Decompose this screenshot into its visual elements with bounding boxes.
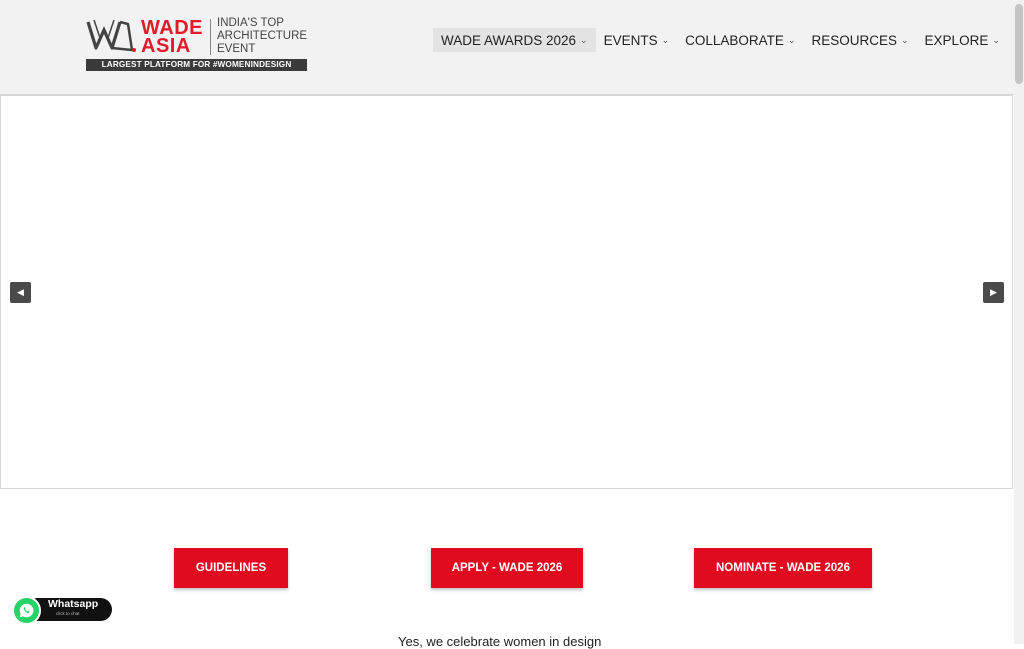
- scrollbar-thumb[interactable]: [1015, 4, 1023, 84]
- logo-tagline-line: EVENT: [217, 43, 256, 55]
- nav-item-explore[interactable]: EXPLORE ⌄: [917, 28, 1008, 52]
- section-tagline: Yes, we celebrate women in design: [398, 634, 602, 649]
- guidelines-button[interactable]: GUIDELINES: [174, 548, 288, 588]
- nominate-wade-2026-button[interactable]: NOMINATE - WADE 2026: [694, 548, 872, 588]
- hero-slider: [0, 95, 1013, 489]
- site-header: WADE ASIA INDIA'S TOP ARCHITECTURE EVENT…: [0, 0, 1014, 95]
- slider-next-button[interactable]: ▶: [983, 282, 1004, 303]
- logo-asia-text: ASIA: [141, 35, 191, 57]
- nav-item-collaborate[interactable]: COLLABORATE ⌄: [677, 28, 803, 52]
- whatsapp-sublabel: click to chat: [56, 611, 80, 616]
- nav-item-events[interactable]: EVENTS ⌄: [596, 28, 678, 52]
- chevron-down-icon: ⌄: [992, 34, 1000, 45]
- chevron-down-icon: ⌄: [661, 34, 670, 45]
- chevron-down-icon: ⌄: [787, 34, 796, 45]
- chevron-down-icon: ⌄: [901, 34, 909, 45]
- main-nav: WADE AWARDS 2026 ⌄ EVENTS ⌄ COLLABORATE …: [433, 28, 1008, 52]
- arrow-right-icon: ▶: [990, 287, 997, 298]
- logo-tagline-line: INDIA'S TOP: [217, 17, 284, 29]
- whatsapp-chat-button[interactable]: Whatsapp click to chat: [12, 596, 112, 625]
- nav-item-label: EXPLORE: [924, 32, 989, 48]
- wade-asia-logo[interactable]: WADE ASIA INDIA'S TOP ARCHITECTURE EVENT…: [86, 16, 308, 72]
- logo-slogan-bar: LARGEST PLATFORM FOR #WOMENINDESIGN: [86, 59, 307, 71]
- arrow-left-icon: ◀: [17, 287, 24, 298]
- nav-item-label: RESOURCES: [811, 32, 897, 48]
- nav-item-resources[interactable]: RESOURCES ⌄: [803, 28, 916, 52]
- nav-item-label: COLLABORATE: [685, 32, 784, 48]
- whatsapp-icon: [12, 596, 41, 625]
- whatsapp-label: Whatsapp: [48, 598, 99, 610]
- nav-item-label: WADE AWARDS 2026: [441, 32, 577, 48]
- nav-item-wade-awards[interactable]: WADE AWARDS 2026 ⌄: [433, 28, 596, 52]
- logo-tagline: INDIA'S TOP ARCHITECTURE EVENT: [217, 17, 309, 56]
- nav-item-label: EVENTS: [603, 32, 658, 48]
- logo-tagline-line: ARCHITECTURE: [217, 30, 308, 42]
- slider-prev-button[interactable]: ◀: [10, 282, 31, 303]
- apply-wade-2026-button[interactable]: APPLY - WADE 2026: [431, 548, 583, 588]
- page-scrollbar[interactable]: [1014, 0, 1024, 644]
- chevron-down-icon: ⌄: [580, 34, 588, 45]
- logo-w-icon: [86, 19, 136, 52]
- logo-divider: [210, 19, 211, 55]
